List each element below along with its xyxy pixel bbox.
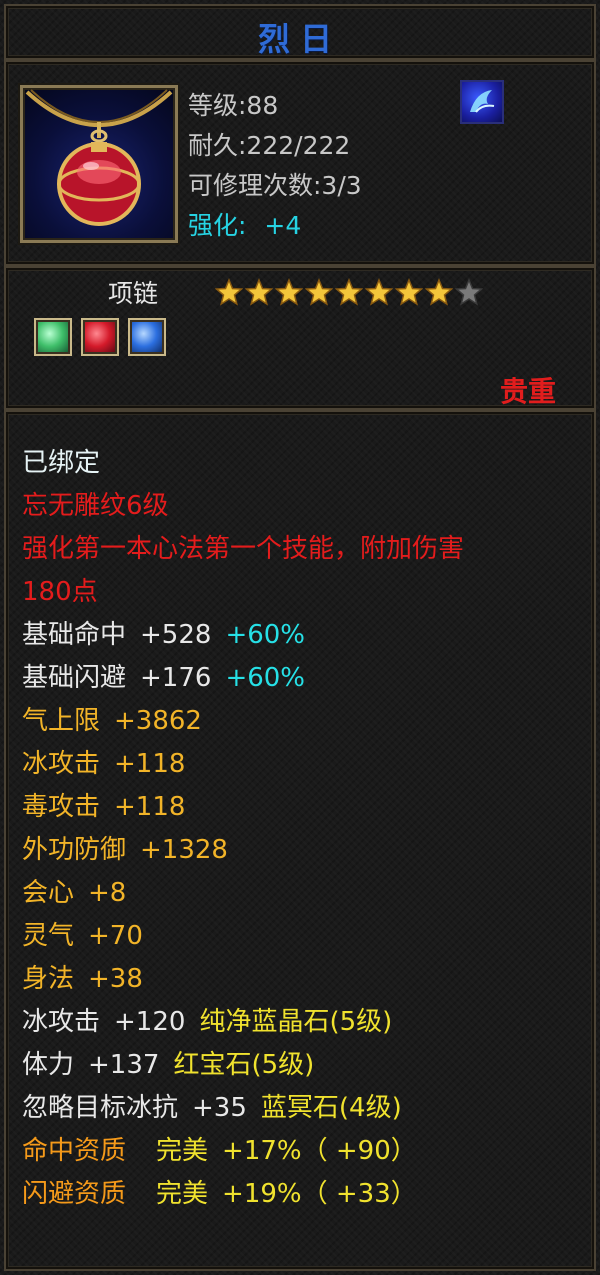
repair-count-text: 可修理次数:3/3	[188, 171, 362, 200]
stat-value: +528	[140, 620, 212, 650]
gem-stat-row: 体力 +137 红宝石(5级)	[22, 1044, 314, 1081]
stat-label: 身法	[22, 964, 75, 994]
bind-status-icon	[460, 80, 504, 124]
item-name: 烈日	[257, 20, 342, 58]
gem-name: 纯净蓝晶石(5级)	[199, 1007, 393, 1037]
stat-value: +118	[114, 792, 186, 822]
star-filled-icon	[365, 278, 393, 306]
stat-value: +176	[140, 663, 212, 693]
stat-row: 会心 +8	[22, 872, 126, 909]
stat-row: 气上限 +3862	[22, 700, 202, 737]
star-empty-icon	[455, 278, 483, 306]
stat-row: 基础命中 +528 +60%	[22, 614, 305, 651]
stat-row: 外功防御 +1328	[22, 829, 228, 866]
aptitude-extra: （ +90）	[301, 1136, 417, 1166]
stat-label: 灵气	[22, 921, 75, 951]
aptitude-label: 命中资质	[22, 1136, 127, 1166]
aptitude-value: +17%	[222, 1136, 302, 1166]
stat-row: 基础闪避 +176 +60%	[22, 657, 305, 694]
stat-value: +70	[88, 921, 143, 951]
stat-label: 冰攻击	[22, 749, 101, 779]
gem-stat-label: 忽略目标冰抗	[22, 1093, 179, 1123]
stat-row: 冰攻击 +118	[22, 743, 185, 780]
stat-bonus: +60%	[225, 620, 306, 650]
gem-stat-value: +35	[192, 1093, 247, 1123]
aptitude-value: +19%	[222, 1179, 302, 1209]
stat-value: +1328	[140, 835, 228, 865]
stat-value: +3862	[114, 706, 202, 736]
stat-bonus: +60%	[225, 663, 306, 693]
enhance-text: 强化: +4	[188, 206, 301, 242]
engrave-title: 忘无雕纹6级	[22, 491, 169, 521]
gem-stat-row: 忽略目标冰抗 +35 蓝冥石(4级)	[22, 1087, 402, 1124]
gem-stat-label: 冰攻击	[22, 1007, 101, 1037]
gem-name: 红宝石(5级)	[173, 1050, 315, 1080]
stat-label: 外功防御	[22, 835, 127, 865]
stat-value: +8	[88, 878, 127, 908]
gem-stat-label: 体力	[22, 1050, 75, 1080]
gem-stat-value: +120	[114, 1007, 186, 1037]
star-filled-icon	[215, 278, 243, 306]
engrave-desc-line2: 180点	[22, 577, 98, 607]
star-filled-icon	[275, 278, 303, 306]
level-text: 等级:88	[188, 91, 279, 120]
star-filled-icon	[425, 278, 453, 306]
stat-label: 基础命中	[22, 620, 127, 650]
aptitude-quality: 完美	[156, 1179, 209, 1209]
stat-label: 毒攻击	[22, 792, 101, 822]
stat-row: 毒攻击 +118	[22, 786, 185, 823]
enhance-value: +4	[264, 211, 302, 240]
stat-value: +118	[114, 749, 186, 779]
socket-gem-red-icon	[81, 318, 119, 356]
durability-text: 耐久:222/222	[188, 131, 351, 160]
necklace-icon	[20, 85, 178, 243]
item-tooltip: 烈日 等级:88 耐久:222/222 可修理次数:3/3 强化: +4 项链	[0, 0, 600, 1275]
socket-gem-blue-icon	[128, 318, 166, 356]
aptitude-row: 闪避资质 完美 +19%（ +33）	[22, 1173, 417, 1210]
stat-label: 基础闪避	[22, 663, 127, 693]
rarity-label: 贵重	[499, 375, 556, 408]
aptitude-quality: 完美	[156, 1136, 209, 1166]
engrave-desc-line1: 强化第一本心法第一个技能，附加伤害	[22, 534, 465, 564]
star-filled-icon	[305, 278, 333, 306]
stat-row: 身法 +38	[22, 958, 143, 995]
aptitude-extra: （ +33）	[301, 1179, 417, 1209]
star-filled-icon	[335, 278, 363, 306]
aptitude-row: 命中资质 完美 +17%（ +90）	[22, 1130, 417, 1167]
item-type: 项链	[108, 279, 159, 308]
stat-label: 会心	[22, 878, 75, 908]
socket-gem-green-icon	[34, 318, 72, 356]
bound-status: 已绑定	[22, 448, 101, 478]
stat-label: 气上限	[22, 706, 101, 736]
enhance-label: 强化:	[188, 211, 247, 240]
stat-row: 灵气 +70	[22, 915, 143, 952]
star-filled-icon	[395, 278, 423, 306]
gem-name: 蓝冥石(4级)	[260, 1093, 402, 1123]
aptitude-label: 闪避资质	[22, 1179, 127, 1209]
title-bar: 烈日	[4, 4, 596, 60]
star-filled-icon	[245, 278, 273, 306]
stat-value: +38	[88, 964, 143, 994]
gem-stat-value: +137	[88, 1050, 160, 1080]
gem-stat-row: 冰攻击 +120 纯净蓝晶石(5级)	[22, 1001, 392, 1038]
